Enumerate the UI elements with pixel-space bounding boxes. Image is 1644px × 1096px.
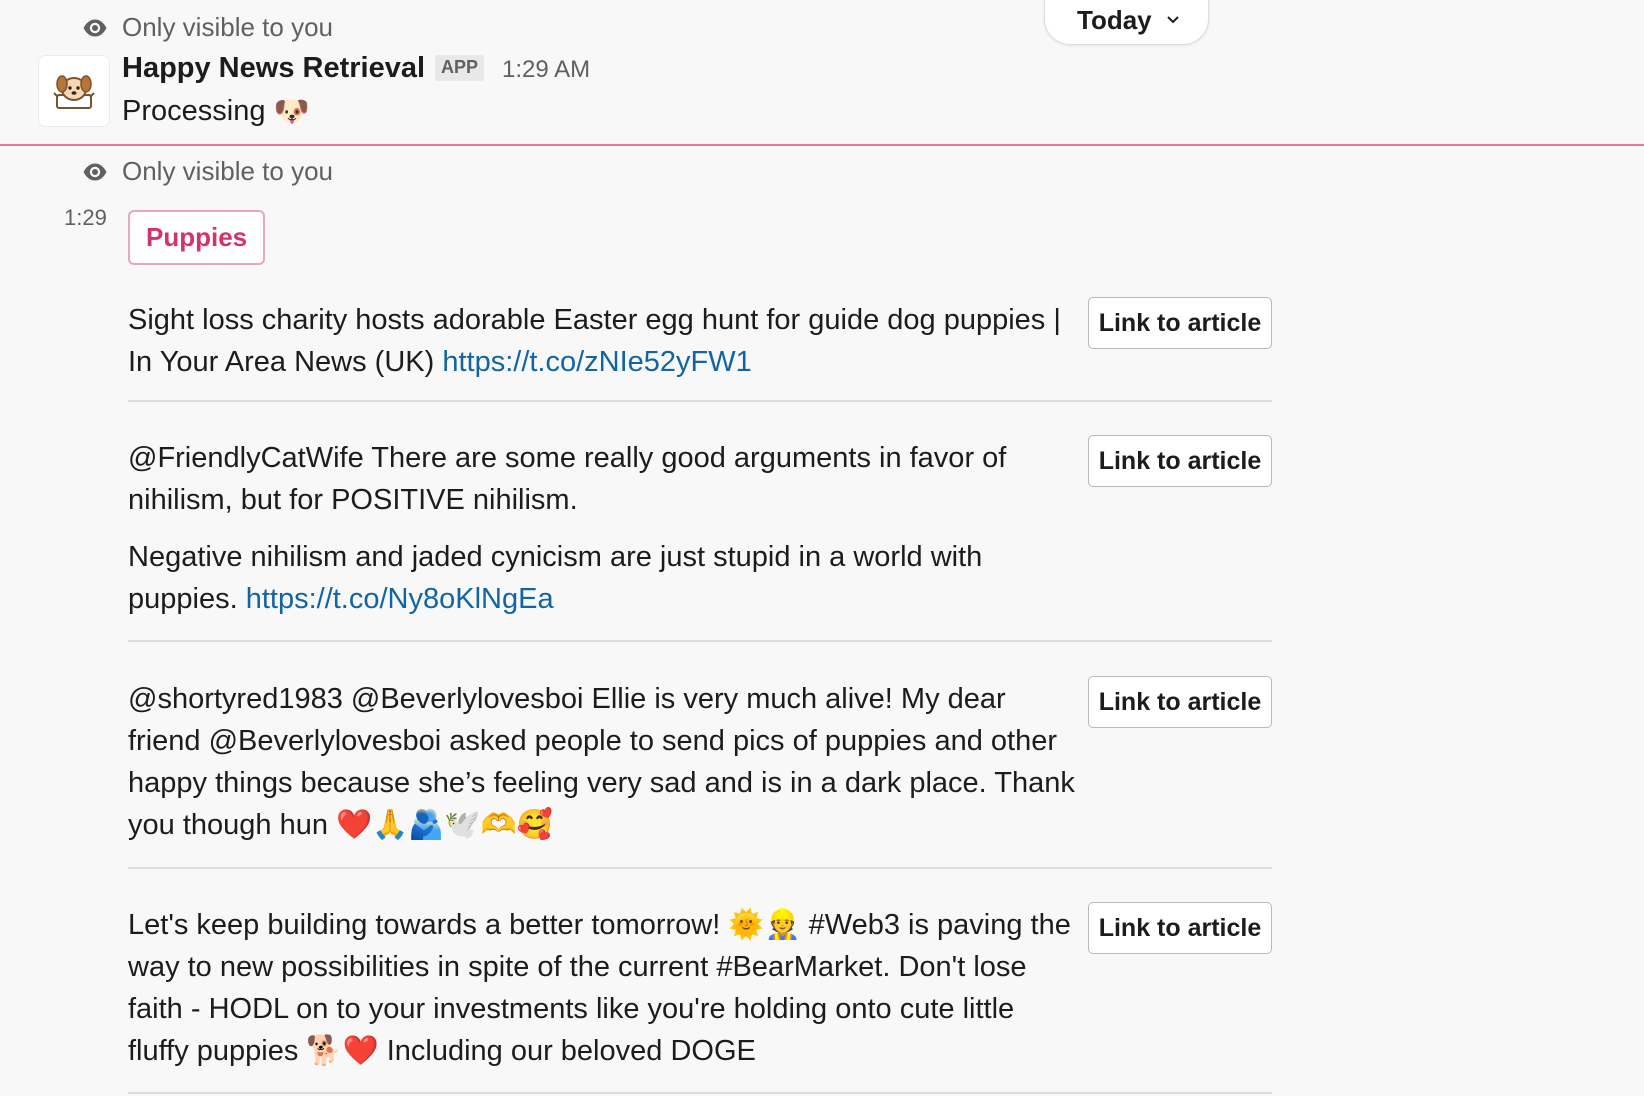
article-item: Sight loss charity hosts adorable Easter… (128, 297, 1272, 383)
article-item: Let's keep building towards a better tom… (128, 902, 1272, 1072)
date-divider-label: Today (1077, 4, 1152, 35)
link-to-article-button[interactable]: Link to article (1088, 435, 1272, 487)
article-paragraph-text: @shortyred1983 @Beverlylovesboi Ellie is… (128, 683, 1075, 841)
message-time[interactable]: 1:29 AM (502, 56, 590, 84)
eye-icon (83, 19, 107, 36)
article-paragraph: @shortyred1983 @Beverlylovesboi Ellie is… (128, 678, 1078, 846)
article-paragraph-text: @FriendlyCatWife There are some really g… (128, 442, 1007, 516)
link-to-article-button[interactable]: Link to article (1088, 676, 1272, 728)
article-separator (128, 867, 1272, 869)
processing-text: Processing (122, 95, 266, 127)
article-item: @shortyred1983 @Beverlylovesboi Ellie is… (128, 676, 1272, 846)
article-text: @FriendlyCatWife There are some really g… (128, 437, 1078, 620)
processing-message: Processing 🐶 (122, 94, 310, 129)
puppy-icon (53, 75, 95, 109)
dog-face-icon: 🐶 (273, 94, 310, 128)
visibility-notice: Only visible to you (82, 156, 333, 187)
article-paragraph: Let's keep building towards a better tom… (128, 904, 1078, 1072)
message-header: Happy News Retrieval APP 1:29 AM (122, 52, 590, 85)
article-text: @shortyred1983 @Beverlylovesboi Ellie is… (128, 678, 1078, 846)
puppies-tag[interactable]: Puppies (128, 210, 266, 265)
article-link[interactable]: https://t.co/zNIe52yFW1 (442, 346, 751, 378)
visibility-text: Only visible to you (122, 12, 333, 42)
link-to-article-button[interactable]: Link to article (1088, 297, 1272, 349)
article-paragraph: Sight loss charity hosts adorable Easter… (128, 299, 1078, 383)
article-paragraph-text: Let's keep building towards a better tom… (128, 909, 1071, 1067)
bot-avatar[interactable] (38, 55, 110, 127)
article-separator (128, 400, 1272, 402)
article-paragraph: Negative nihilism and jaded cynicism are… (128, 536, 1078, 620)
article-item: @FriendlyCatWife There are some really g… (128, 435, 1272, 620)
article-text: Sight loss charity hosts adorable Easter… (128, 299, 1078, 383)
new-messages-divider (0, 144, 1644, 146)
message-timestamp[interactable]: 1:29 (64, 205, 107, 231)
article-text: Let's keep building towards a better tom… (128, 904, 1078, 1072)
chevron-down-icon (1166, 16, 1179, 24)
app-badge: APP (435, 55, 485, 81)
eye-icon (83, 163, 107, 180)
article-link[interactable]: https://t.co/Ny8oKlNgEa (246, 583, 554, 615)
visibility-text: Only visible to you (122, 156, 333, 186)
link-to-article-button[interactable]: Link to article (1088, 902, 1272, 954)
date-divider-button[interactable]: Today (1044, 0, 1209, 45)
article-separator (128, 640, 1272, 642)
article-paragraph: @FriendlyCatWife There are some really g… (128, 437, 1078, 521)
article-separator (128, 1092, 1272, 1094)
visibility-notice: Only visible to you (82, 12, 333, 43)
sender-name[interactable]: Happy News Retrieval (122, 52, 425, 85)
